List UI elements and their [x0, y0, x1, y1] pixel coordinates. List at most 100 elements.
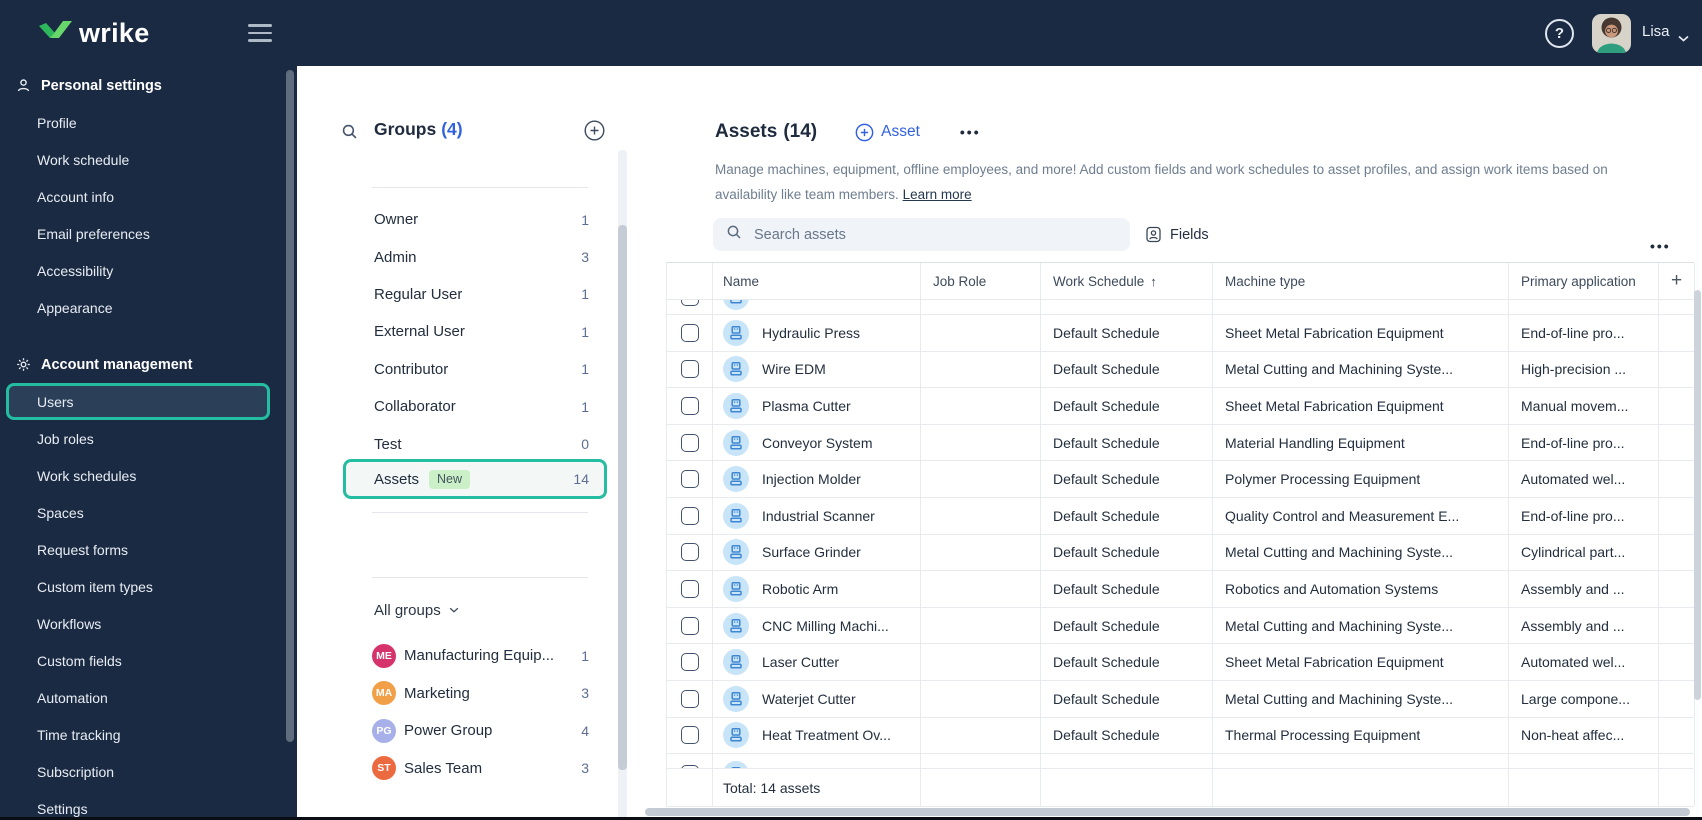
group-role-contributor[interactable]: Contributor 1	[343, 351, 607, 388]
sidebar-item-spaces[interactable]: Spaces	[0, 494, 297, 531]
header-select-all[interactable]	[667, 263, 713, 299]
plus-circle-icon	[855, 123, 874, 141]
sidebar-item-email-preferences[interactable]: Email preferences	[0, 215, 297, 252]
group-team-marketing[interactable]: MA Marketing 3	[343, 675, 607, 713]
group-team-sales-team[interactable]: ST Sales Team 3	[343, 750, 607, 788]
row-checkbox[interactable]	[681, 300, 699, 306]
sidebar-item-subscription[interactable]: Subscription	[0, 753, 297, 790]
header-job-role[interactable]: Job Role	[921, 263, 1041, 299]
group-role-regular-user[interactable]: Regular User 1	[343, 276, 607, 313]
asset-name: Robotic Arm	[762, 580, 839, 597]
assets-nav-row[interactable]: Assets New 14	[343, 459, 607, 499]
add-column-button[interactable]: +	[1659, 263, 1695, 299]
chevron-down-icon	[1678, 29, 1689, 47]
groups-scrollbar-thumb[interactable]	[618, 225, 627, 770]
sidebar-item-work-schedules[interactable]: Work schedules	[0, 457, 297, 494]
help-icon[interactable]: ?	[1545, 19, 1574, 48]
sidebar-item-work-schedule[interactable]: Work schedule	[0, 141, 297, 178]
sidebar-item-appearance[interactable]: Appearance	[0, 289, 297, 326]
user-name[interactable]: Lisa	[1642, 23, 1670, 40]
group-team-power-group[interactable]: PG Power Group 4	[343, 712, 607, 750]
learn-more-link[interactable]: Learn more	[903, 187, 972, 202]
sidebar-item-users[interactable]: Users	[6, 383, 270, 420]
asset-row[interactable]: Heat Treatment Ov... Default Schedule Th…	[667, 717, 1695, 755]
group-role-owner[interactable]: Owner 1	[343, 201, 607, 238]
asset-machine-type: Robotics and Automation Systems	[1225, 580, 1439, 597]
asset-machine-type: Metal Cutting and Machining Syste...	[1225, 361, 1454, 378]
sidebar-scrollbar[interactable]	[286, 70, 294, 742]
fields-button[interactable]: Fields	[1145, 218, 1209, 251]
asset-row[interactable]: Wire EDM Default Schedule Metal Cutting …	[667, 351, 1695, 389]
sidebar-item-profile[interactable]: Profile	[0, 104, 297, 141]
sidebar-item-workflows[interactable]: Workflows	[0, 605, 297, 642]
wrike-check-icon	[38, 17, 74, 49]
asset-primary-application: End-of-line pro...	[1521, 434, 1625, 451]
asset-row[interactable]: Injection Molder Default Schedule Polyme…	[667, 461, 1695, 498]
row-checkbox[interactable]	[680, 616, 699, 635]
menu-hamburger-icon[interactable]	[248, 24, 272, 42]
asset-icon	[723, 300, 749, 310]
sidebar-item-automation[interactable]: Automation	[0, 679, 297, 716]
asset-row[interactable]: Robotic Arm Default Schedule Robotics an…	[667, 571, 1695, 608]
table-vertical-scrollbar[interactable]	[1694, 290, 1701, 700]
divider	[372, 512, 588, 513]
add-asset-button[interactable]: Asset	[855, 123, 920, 142]
sidebar-item-request-forms[interactable]: Request forms	[0, 531, 297, 568]
row-checkbox[interactable]	[680, 323, 699, 342]
all-groups-filter[interactable]: All groups	[374, 593, 459, 627]
asset-primary-application: Manual movem...	[1521, 397, 1629, 414]
group-role-collaborator[interactable]: Collaborator 1	[343, 388, 607, 425]
row-checkbox[interactable]	[680, 689, 699, 708]
search-assets-input[interactable]	[752, 225, 1092, 244]
sidebar-item-custom-fields[interactable]: Custom fields	[0, 642, 297, 679]
group-team-manufacturing-equip[interactable]: ME Manufacturing Equip... 1	[343, 637, 607, 675]
title-more-menu-icon[interactable]: •••	[960, 124, 981, 140]
asset-primary-application: Automated wel...	[1521, 654, 1626, 671]
header-machine-type[interactable]: Machine type	[1213, 263, 1509, 299]
group-role-test[interactable]: Test 0	[343, 425, 607, 462]
sidebar-item-accessibility[interactable]: Accessibility	[0, 252, 297, 289]
row-checkbox[interactable]	[680, 653, 699, 672]
asset-row[interactable]: Conveyor System Default Schedule Materia…	[667, 424, 1695, 462]
sidebar-item-settings[interactable]: Settings	[0, 790, 297, 820]
avatar[interactable]	[1592, 14, 1631, 53]
row-checkbox[interactable]	[680, 433, 699, 452]
sidebar-section-header: Account management	[0, 346, 297, 383]
row-checkbox[interactable]	[680, 506, 699, 525]
sidebar-item-custom-item-types[interactable]: Custom item types	[0, 568, 297, 605]
group-role-admin[interactable]: Admin 3	[343, 238, 607, 275]
asset-name: Hydraulic Press	[762, 324, 861, 341]
groups-scrollbar-track[interactable]	[618, 150, 627, 820]
asset-row[interactable]: Plasma Cutter Default Schedule Sheet Met…	[667, 388, 1695, 425]
row-checkbox[interactable]	[681, 765, 699, 769]
row-checkbox[interactable]	[680, 543, 699, 562]
asset-row[interactable]: Hydraulic Press Default Schedule Sheet M…	[667, 315, 1695, 352]
sidebar-item-job-roles[interactable]: Job roles	[0, 420, 297, 457]
asset-row[interactable]: Laser Cutter Default Schedule Sheet Meta…	[667, 644, 1695, 681]
add-group-icon[interactable]	[584, 120, 605, 146]
asset-row[interactable]: Waterjet Cutter Default Schedule Metal C…	[667, 680, 1695, 718]
groups-count: (4)	[441, 119, 463, 139]
row-checkbox[interactable]	[680, 726, 699, 745]
header-name[interactable]: Name	[713, 263, 921, 299]
asset-row[interactable]: Industrial Scanner Default Schedule Qual…	[667, 497, 1695, 535]
row-checkbox[interactable]	[680, 470, 699, 489]
header-work-schedule[interactable]: Work Schedule ↑	[1041, 263, 1213, 299]
search-icon[interactable]	[341, 123, 358, 145]
table-more-menu-icon[interactable]: •••	[1650, 238, 1671, 254]
description-line2: availability like team members. Learn mo…	[715, 187, 972, 202]
sidebar-item-account-info[interactable]: Account info	[0, 178, 297, 215]
settings-sidebar: Personal settings Profile Work schedule Ac…	[0, 66, 297, 820]
table-horizontal-scrollbar[interactable]	[645, 808, 1690, 816]
header-primary-application[interactable]: Primary application	[1509, 263, 1659, 299]
row-checkbox[interactable]	[680, 579, 699, 598]
row-checkbox[interactable]	[680, 360, 699, 379]
asset-row[interactable]: CNC Milling Machi... Default Schedule Me…	[667, 607, 1695, 645]
page-title: Assets	[715, 121, 778, 142]
chevron-down-icon	[449, 607, 458, 613]
row-checkbox[interactable]	[680, 396, 699, 415]
asset-row[interactable]: Surface Grinder Default Schedule Metal C…	[667, 534, 1695, 572]
table-total-row: Total: 14 assets	[667, 769, 1695, 808]
sidebar-item-time-tracking[interactable]: Time tracking	[0, 716, 297, 753]
group-role-external-user[interactable]: External User 1	[343, 313, 607, 350]
